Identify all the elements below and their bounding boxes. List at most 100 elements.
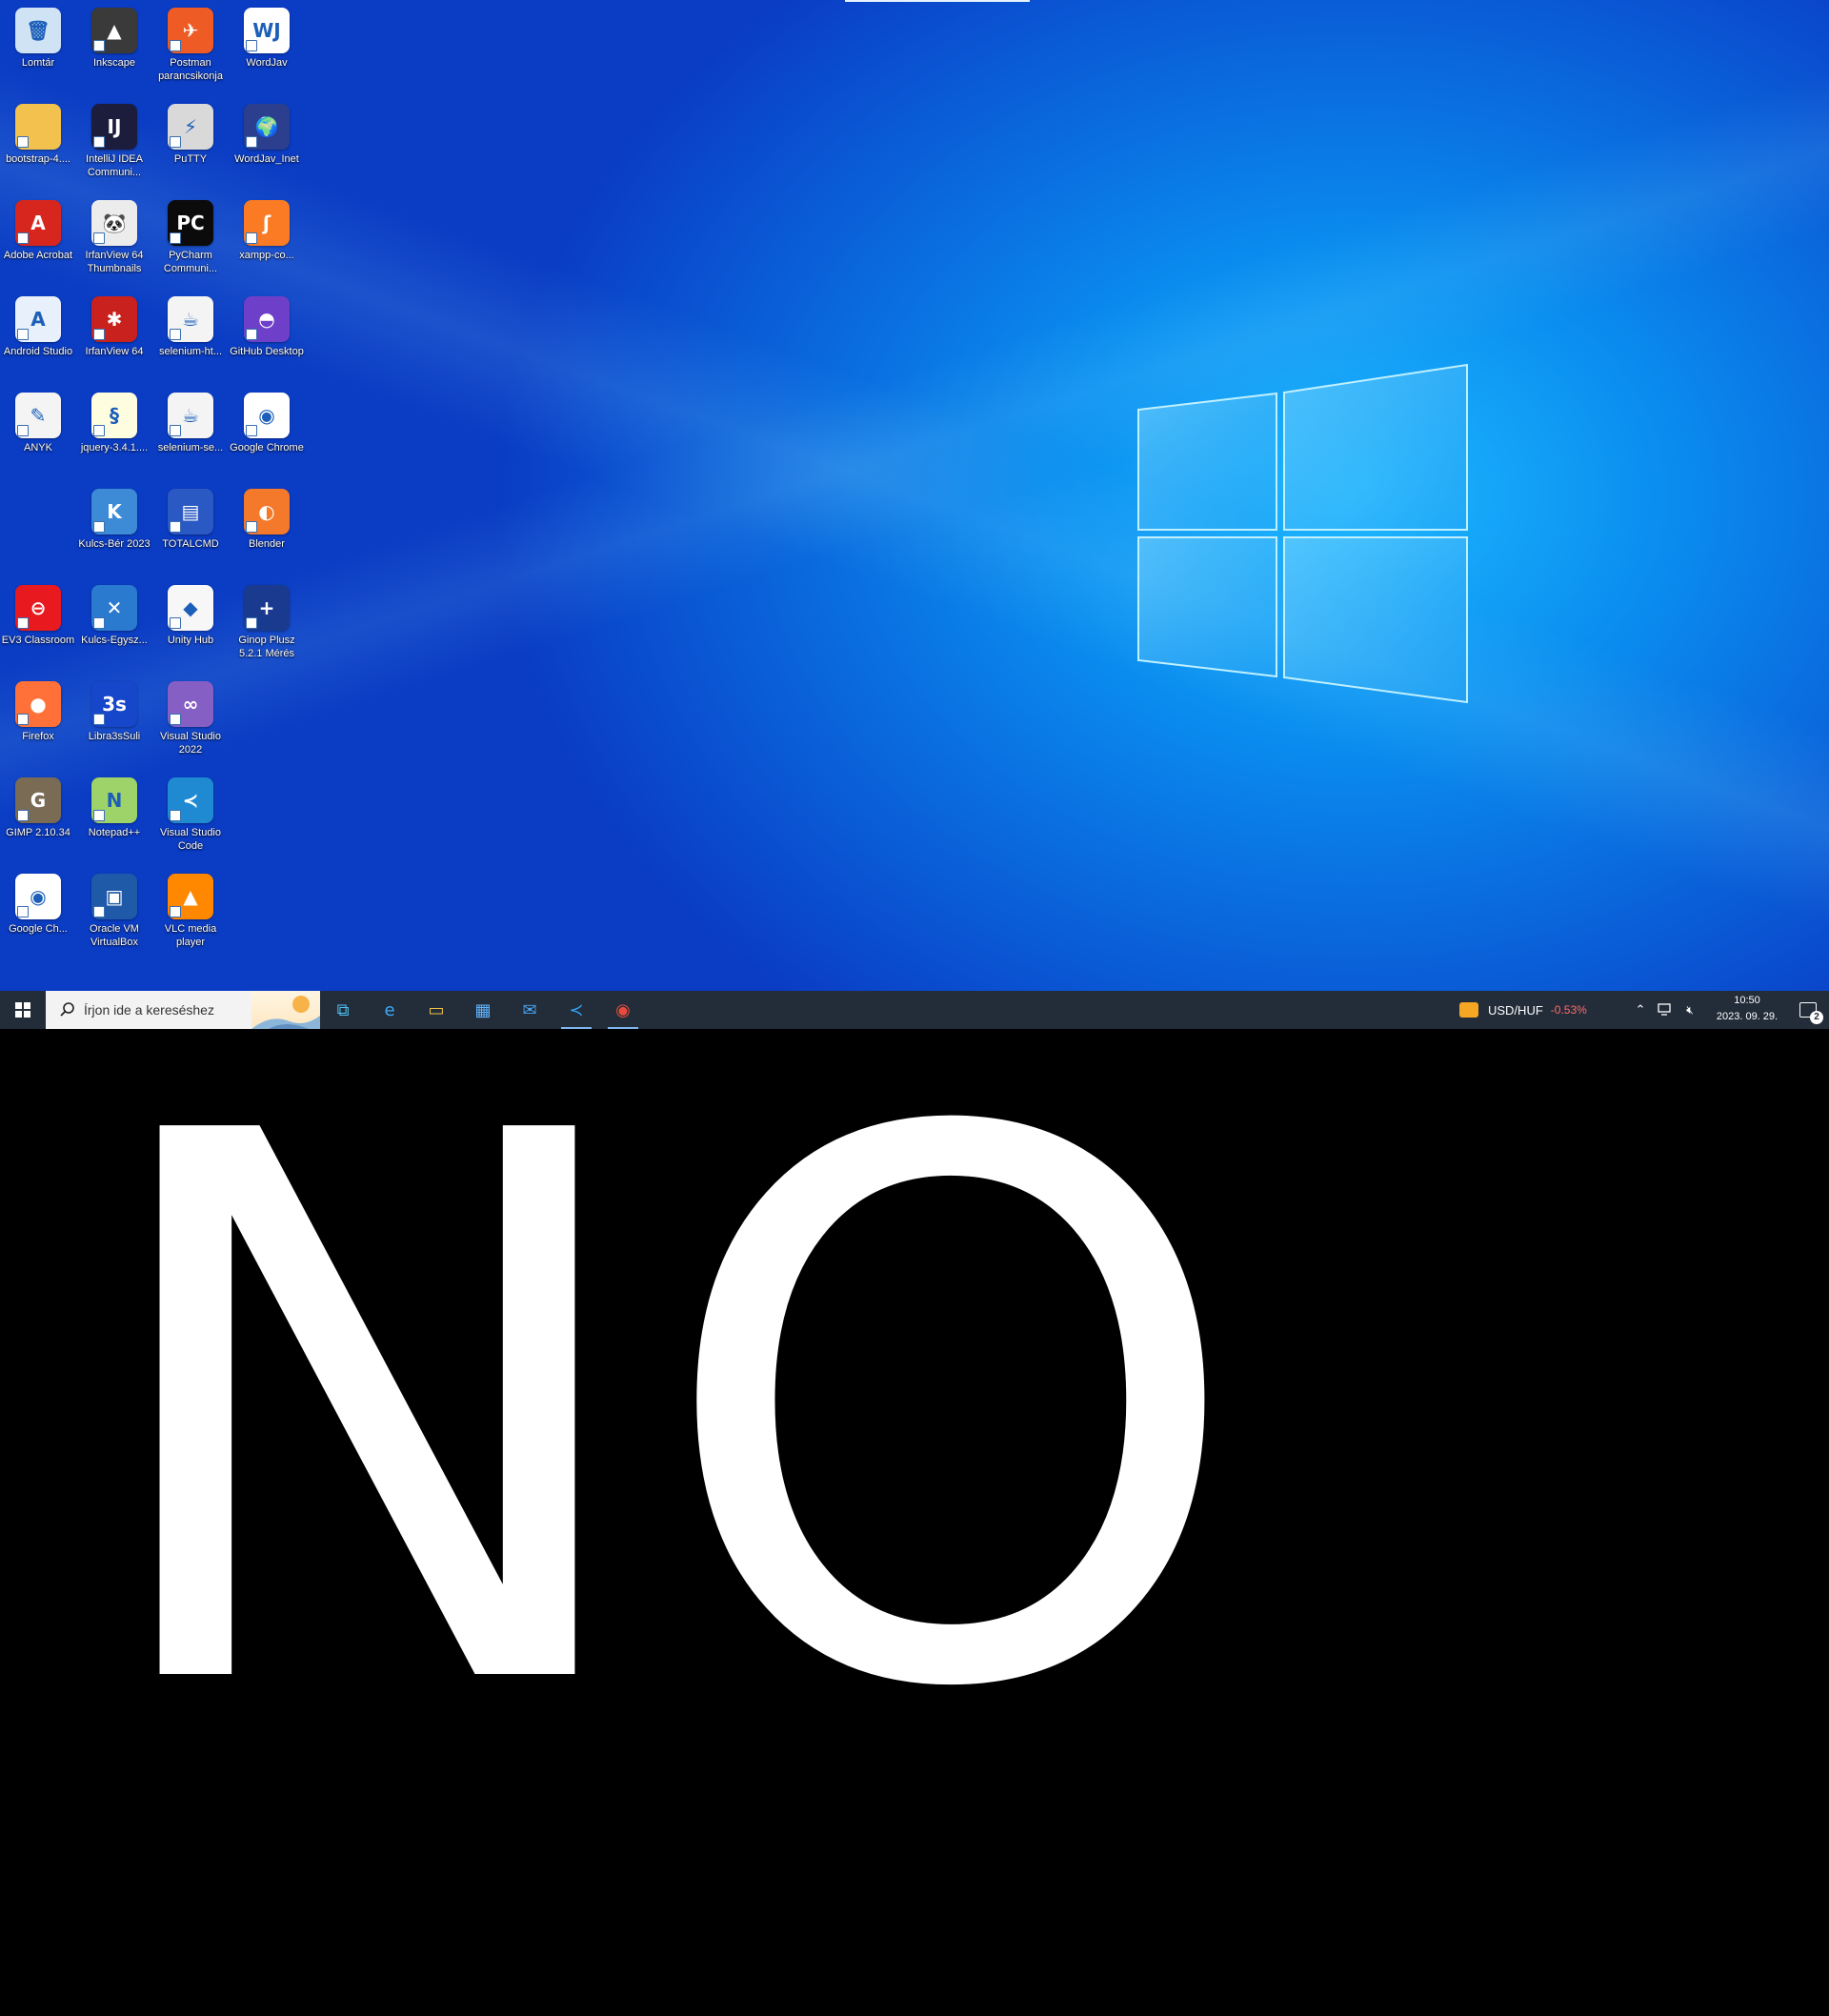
desktop-icon-label: PuTTY: [173, 153, 208, 165]
desktop-icon-label: GitHub Desktop: [230, 346, 304, 357]
notepad-plus-plus-icon: N: [91, 777, 137, 823]
desktop-icon[interactable]: ◐ Blender: [229, 483, 305, 578]
top-edge-strip: [845, 0, 1030, 2]
desktop-icon-label: IrfanView 64 Thumbnails: [85, 250, 144, 274]
windows-logo-wallpaper: [1137, 363, 1468, 704]
desktop-icon[interactable]: G GIMP 2.10.34: [0, 772, 76, 867]
desktop-icon[interactable]: 🐼 IrfanView 64 Thumbnails: [76, 194, 152, 290]
desktop-icon[interactable]: ▲ Inkscape: [76, 2, 152, 97]
clock[interactable]: 10:50 2023. 09. 29.: [1709, 993, 1785, 1025]
desktop-icon[interactable]: 🌍 WordJav_Inet: [229, 98, 305, 193]
desktop-icon[interactable]: ≺ Visual Studio Code: [152, 772, 229, 867]
clock-time: 10:50: [1734, 995, 1760, 1006]
volume-muted-icon: 🔇︎: [1686, 1002, 1694, 1017]
desktop-icon-label: Kulcs-Bér 2023: [78, 538, 151, 550]
network-button[interactable]: [1654, 991, 1677, 1029]
desktop-icon[interactable]: K Kulcs-Bér 2023: [76, 483, 152, 578]
currency-ticker-widget[interactable]: USD/HUF -0.53%: [1459, 991, 1621, 1029]
desktop-icon-label: xampp-co...: [239, 250, 294, 261]
blender-icon: ◐: [244, 489, 290, 534]
desktop-icon-label: PyCharm Communi...: [163, 250, 218, 274]
desktop-icon[interactable]: 🗑 Lomtár: [0, 2, 76, 97]
start-button[interactable]: [0, 991, 46, 1029]
desktop-icon[interactable]: bootstrap-4....: [0, 98, 76, 193]
intellij-idea-icon: IJ: [91, 104, 137, 150]
desktop-icon-label: Google Ch...: [9, 923, 68, 935]
desktop-icon[interactable]: A Android Studio: [0, 291, 76, 386]
ginop-plusz-icon: +: [244, 585, 290, 631]
notification-count-badge: 2: [1810, 1011, 1823, 1024]
desktop-icon-label: ANYK: [24, 442, 52, 454]
desktop-icon[interactable]: 3s Libra3sSuli: [76, 675, 152, 771]
adobe-acrobat-icon: A: [15, 200, 61, 246]
github-desktop-icon: ◓: [244, 296, 290, 342]
anyk-icon: ✎: [15, 393, 61, 438]
network-icon: [1658, 1003, 1671, 1016]
putty-icon: ⚡: [168, 104, 213, 150]
postman-icon: ✈: [168, 8, 213, 53]
desktop-icon-label: Notepad++: [88, 827, 141, 838]
desktop-icon[interactable]: + Ginop Plusz 5.2.1 Mérés: [229, 579, 305, 675]
android-studio-icon: A: [15, 296, 61, 342]
visual-studio-icon: ∞: [168, 681, 213, 727]
windows-start-icon: [15, 1002, 30, 1018]
desktop-icon-label: Visual Studio Code: [159, 827, 221, 852]
kulcs-ber-icon: K: [91, 489, 137, 534]
desktop-icon[interactable]: ◉ Google Ch...: [0, 868, 76, 963]
desktop-icon[interactable]: ☕ selenium-ht...: [152, 291, 229, 386]
desktop-icon-label: EV3 Classroom: [1, 635, 75, 646]
vlc-icon: ▲: [168, 874, 213, 919]
gimp-icon: G: [15, 777, 61, 823]
desktop-icon[interactable]: ⚡ PuTTY: [152, 98, 229, 193]
show-hidden-icons-button[interactable]: ⌃: [1629, 991, 1652, 1029]
kulcs-egyszeru-icon: ✕: [91, 585, 137, 631]
desktop-icon[interactable]: A Adobe Acrobat: [0, 194, 76, 290]
script-file-icon: §: [91, 393, 137, 438]
desktop-icon-label: Inkscape: [92, 57, 136, 69]
inkscape-icon: ▲: [91, 8, 137, 53]
desktop-icon-label: GIMP 2.10.34: [6, 827, 70, 838]
google-chrome-icon: ◉: [244, 393, 290, 438]
desktop-icon[interactable]: N Notepad++: [76, 772, 152, 867]
desktop-icon[interactable]: ✱ IrfanView 64: [76, 291, 152, 386]
desktop-icon[interactable]: PC PyCharm Communi...: [152, 194, 229, 290]
desktop-icon[interactable]: IJ IntelliJ IDEA Communi...: [76, 98, 152, 193]
notification-center-button[interactable]: 2: [1791, 991, 1825, 1029]
desktop-icon-label: Libra3sSuli: [88, 731, 141, 742]
ev3-classroom-icon: ⊖: [15, 585, 61, 631]
desktop-icon-label: Unity Hub: [167, 635, 214, 646]
desktop-icon[interactable]: ◆ Unity Hub: [152, 579, 229, 675]
volume-button[interactable]: 🔇︎: [1678, 991, 1701, 1029]
chevron-up-icon: ⌃: [1635, 1002, 1646, 1018]
desktop-icon[interactable]: ✎ ANYK: [0, 387, 76, 482]
desktop-icon[interactable]: ⊖ EV3 Classroom: [0, 579, 76, 675]
desktop-icon[interactable]: WJ WordJav: [229, 2, 305, 97]
desktop-icon[interactable]: ʃ xampp-co...: [229, 194, 305, 290]
desktop-icon[interactable]: ✈ Postman parancsikonja: [152, 2, 229, 97]
desktop-icon[interactable]: ☕ selenium-se...: [152, 387, 229, 482]
virtualbox-icon: ▣: [91, 874, 137, 919]
desktop-icon[interactable]: ∞ Visual Studio 2022: [152, 675, 229, 771]
desktop-icon[interactable]: ▤ TOTALCMD: [152, 483, 229, 578]
desktop-icon-label: Firefox: [22, 731, 54, 742]
desktop-icon[interactable]: ● Firefox: [0, 675, 76, 771]
currency-chart-icon: [1459, 1002, 1478, 1018]
desktop-icon-label: Blender: [249, 538, 285, 550]
desktop-icon[interactable]: ◉ Google Chrome: [229, 387, 305, 482]
desktop-icon-label: Android Studio: [3, 346, 73, 357]
desktop-icon-label: Oracle VM VirtualBox: [90, 923, 139, 948]
desktop-icon-label: Google Chrome: [230, 442, 304, 454]
java-file-icon: ☕: [168, 296, 213, 342]
clock-date: 2023. 09. 29.: [1716, 1011, 1779, 1022]
desktop-icon[interactable]: ▲ VLC media player: [152, 868, 229, 963]
desktop-icon[interactable]: ▣ Oracle VM VirtualBox: [76, 868, 152, 963]
desktop-icon-label: VLC media player: [164, 923, 217, 948]
desktop-icon[interactable]: § jquery-3.4.1....: [76, 387, 152, 482]
wordjav-inet-icon: 🌍: [244, 104, 290, 150]
notification-icon: 2: [1799, 1002, 1823, 1024]
desktop-icon-label: bootstrap-4....: [6, 153, 70, 165]
desktop-icon[interactable]: ◓ GitHub Desktop: [229, 291, 305, 386]
google-chrome-icon: ◉: [15, 874, 61, 919]
desktop-icon-label: Lomtár: [21, 57, 55, 69]
desktop-icon[interactable]: ✕ Kulcs-Egysz...: [76, 579, 152, 675]
